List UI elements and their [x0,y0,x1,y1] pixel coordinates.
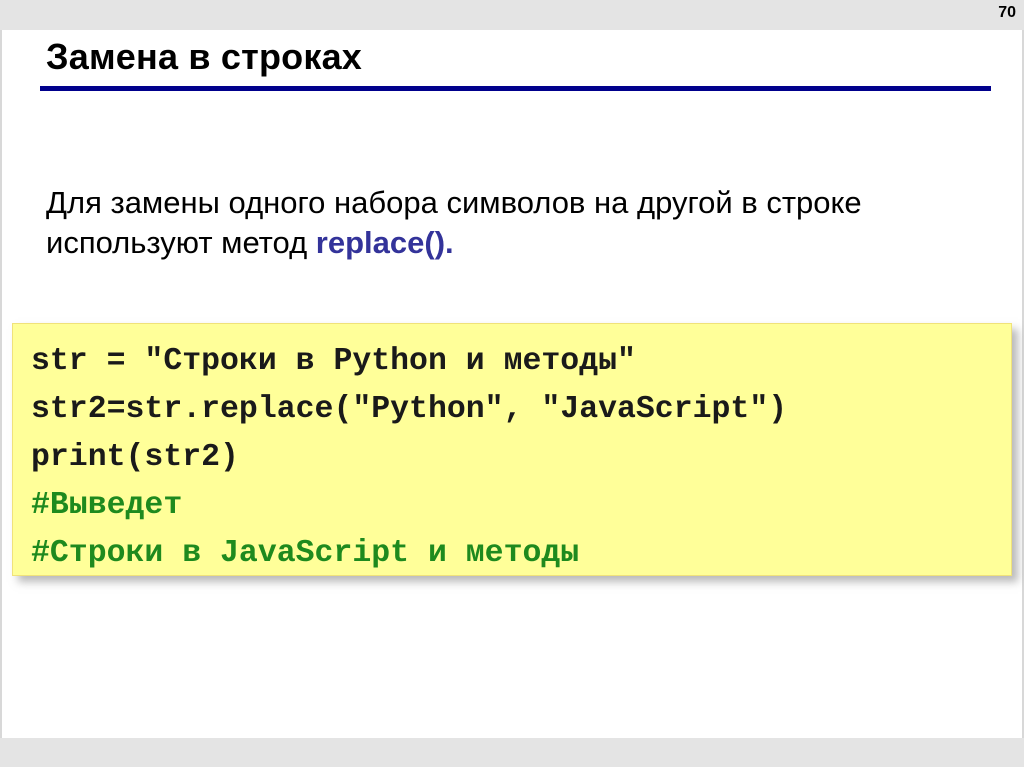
intro-text: Для замены одного набора символов на дру… [46,185,862,260]
bottom-frame-bar [0,738,1024,767]
code-line-2: str2=str.replace("Python", "JavaScript") [31,392,788,427]
intro-paragraph: Для замены одного набора символов на дру… [46,183,986,263]
slide: 70 Замена в строках Для замены одного на… [0,0,1024,767]
slide-title: Замена в строках [46,36,363,77]
title-underline [40,86,991,91]
code-line-3: print(str2) [31,440,239,475]
code-line-1: str = "Строки в Python и методы" [31,344,636,379]
method-name: replace(). [315,225,454,260]
code-comment-1: #Выведет [31,488,183,523]
code-block: str = "Строки в Python и методы" str2=st… [12,323,1012,576]
code-comment-2: #Строки в JavaScript и методы [31,536,580,571]
top-frame-bar [0,0,1024,30]
left-frame-edge [0,30,2,738]
page-number: 70 [998,4,1016,21]
